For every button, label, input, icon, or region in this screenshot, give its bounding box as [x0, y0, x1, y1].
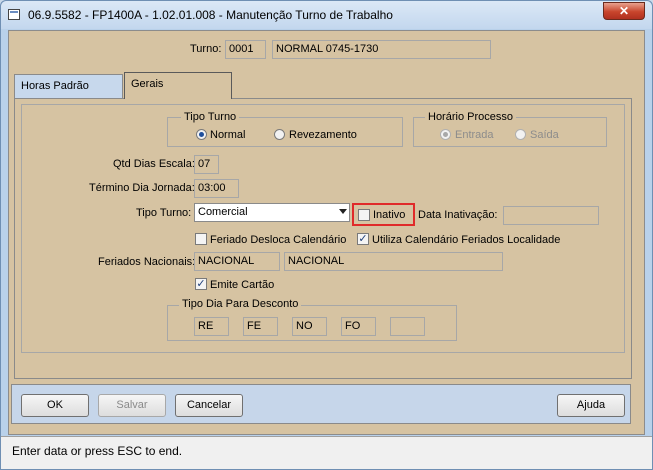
tipo-turno-select[interactable]: Comercial: [194, 203, 350, 222]
inativo-checkbox[interactable]: [358, 209, 370, 221]
turno-code-field[interactable]: 0001: [225, 40, 266, 59]
tipo-turno-group-title: Tipo Turno: [181, 111, 240, 123]
feriado-desloca-label: Feriado Desloca Calendário: [210, 234, 347, 246]
tab-horas-padrao[interactable]: Horas Padrão: [14, 74, 123, 98]
ajuda-button[interactable]: Ajuda: [557, 394, 625, 417]
tab-panel-top-border-right: [232, 98, 632, 99]
tipo-dia-desconto-title: Tipo Dia Para Desconto: [179, 298, 302, 310]
app-window-icon[interactable]: [8, 9, 20, 20]
radio-revezamento[interactable]: [274, 129, 285, 140]
termino-dia-jornada-label: Término Dia Jornada:: [89, 182, 195, 194]
horario-processo-group-title: Horário Processo: [425, 111, 516, 123]
turno-label: Turno:: [190, 43, 222, 55]
cancelar-button[interactable]: Cancelar: [175, 394, 243, 417]
feriados-nacionais-code-field[interactable]: NACIONAL: [194, 252, 280, 271]
emite-cartao-label: Emite Cartão: [210, 279, 275, 291]
feriados-nacionais-label: Feriados Nacionais:: [98, 256, 196, 268]
tab-gerais[interactable]: Gerais: [124, 72, 232, 99]
feriados-nacionais-desc-field[interactable]: NACIONAL: [284, 252, 503, 271]
feriado-desloca-checkbox[interactable]: [195, 233, 207, 245]
tab-panel-top-border-left: [14, 98, 124, 99]
radio-saida[interactable]: [515, 129, 526, 140]
radio-entrada[interactable]: [440, 129, 451, 140]
radio-saida-label: Saída: [530, 129, 559, 141]
data-inativacao-label: Data Inativação:: [418, 209, 498, 221]
qtd-dias-escala-field[interactable]: 07: [194, 155, 219, 174]
turno-description-field[interactable]: NORMAL 0745-1730: [272, 40, 491, 59]
tipo-dia-desconto-field-1[interactable]: RE: [194, 317, 229, 336]
radio-normal[interactable]: [196, 129, 207, 140]
ok-button[interactable]: OK: [21, 394, 89, 417]
qtd-dias-escala-label: Qtd Dias Escala:: [113, 158, 195, 170]
utiliza-calendario-checkbox[interactable]: ✓: [357, 233, 369, 245]
salvar-button[interactable]: Salvar: [98, 394, 166, 417]
tipo-dia-desconto-field-5[interactable]: [390, 317, 425, 336]
termino-dia-jornada-field[interactable]: 03:00: [194, 179, 239, 198]
radio-normal-label: Normal: [210, 129, 246, 141]
radio-entrada-label: Entrada: [455, 129, 494, 141]
close-window-button[interactable]: ✕: [603, 2, 645, 20]
chevron-down-icon[interactable]: [339, 209, 347, 214]
tipo-dia-desconto-field-2[interactable]: FE: [243, 317, 278, 336]
status-text: Enter data or press ESC to end.: [12, 444, 183, 458]
data-inativacao-field[interactable]: [503, 206, 599, 225]
tipo-dia-desconto-field-4[interactable]: FO: [341, 317, 376, 336]
inativo-label: Inativo: [373, 209, 406, 221]
emite-cartao-checkbox[interactable]: ✓: [195, 278, 207, 290]
utiliza-calendario-label: Utiliza Calendário Feriados Localidade: [372, 234, 561, 246]
radio-revezamento-label: Revezamento: [289, 129, 357, 141]
tipo-turno-select-value: Comercial: [198, 206, 248, 218]
window-title: 06.9.5582 - FP1400A - 1.02.01.008 - Manu…: [28, 8, 393, 22]
tipo-dia-desconto-field-3[interactable]: NO: [292, 317, 327, 336]
tipo-turno-combo-label: Tipo Turno:: [136, 207, 192, 219]
